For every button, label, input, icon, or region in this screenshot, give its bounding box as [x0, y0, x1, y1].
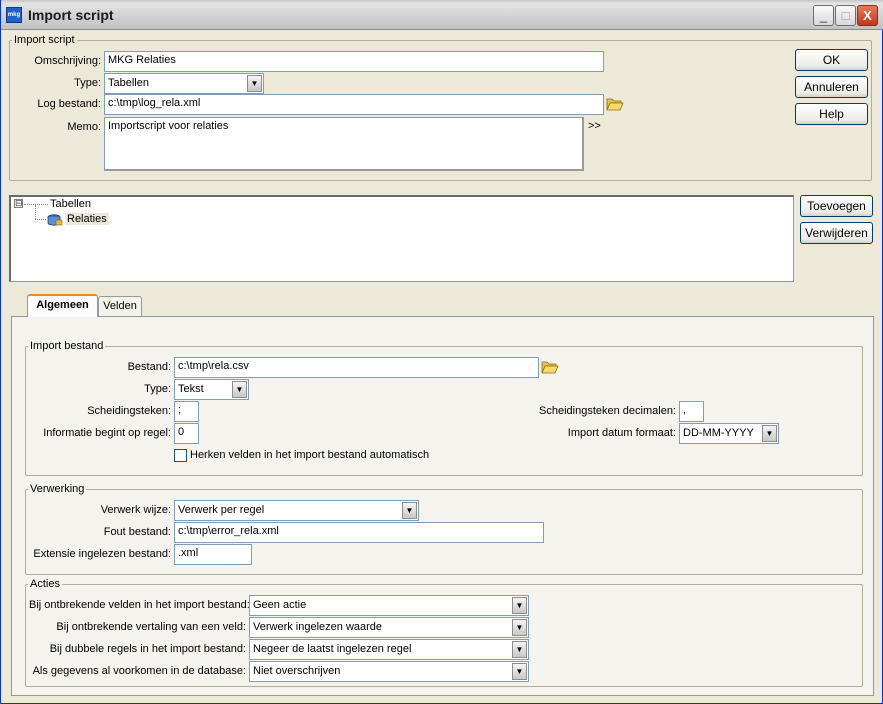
chevron-down-icon[interactable]: ▼	[402, 502, 417, 519]
open-folder-icon[interactable]	[541, 360, 559, 374]
open-folder-icon[interactable]	[606, 97, 624, 111]
herken-velden-checkbox[interactable]	[174, 449, 187, 462]
tab-algemeen[interactable]: Algemeen	[27, 294, 98, 317]
informatie-begint-input[interactable]: 0	[174, 423, 199, 444]
bestand-label: Bestand:	[127, 361, 171, 373]
actie-select-ontbrekende-vertaling[interactable]: Verwerk ingelezen waarde ▼	[249, 617, 529, 638]
actie-value-ontbrekende-velden: Geen actie	[253, 599, 307, 611]
import-bestand-legend: Import bestand	[30, 340, 104, 352]
verwerking-legend: Verwerking	[30, 483, 85, 495]
extensie-label: Extensie ingelezen bestand:	[33, 548, 171, 560]
chevron-down-icon[interactable]: ▼	[512, 619, 527, 636]
memo-expand-button[interactable]: >>	[588, 120, 601, 132]
actie-value-ontbrekende-vertaling: Verwerk ingelezen waarde	[253, 621, 383, 633]
fout-bestand-input[interactable]: c:\tmp\error_rela.xml	[174, 522, 544, 543]
import-script-legend: Import script	[14, 34, 75, 46]
tree-node-relaties[interactable]: Relaties	[65, 213, 109, 225]
actie-label-dubbele-regels: Bij dubbele regels in het import bestand…	[49, 643, 246, 655]
maximize-button[interactable]: □	[835, 5, 856, 26]
import-script-window: mkg Import script _ □ X Import script Om…	[0, 0, 883, 704]
ok-button[interactable]: OK	[795, 49, 868, 71]
acties-legend: Acties	[30, 578, 60, 590]
actie-select-dubbele-regels[interactable]: Negeer de laatst ingelezen regel ▼	[249, 639, 529, 660]
actie-label-gegevens-voorkomen: Als gegevens al voorkomen in de database…	[32, 665, 246, 677]
verwijderen-button[interactable]: Verwijderen	[800, 222, 873, 244]
toevoegen-button[interactable]: Toevoegen	[800, 195, 873, 217]
chevron-down-icon[interactable]: ▼	[232, 381, 247, 398]
herken-velden-label[interactable]: Herken velden in het import bestand auto…	[190, 449, 429, 461]
app-icon: mkg	[6, 7, 22, 23]
tree-node-tabellen[interactable]: Tabellen	[50, 198, 91, 210]
help-button[interactable]: Help	[795, 103, 868, 125]
log-bestand-input[interactable]: c:\tmp\log_rela.xml	[104, 94, 604, 115]
chevron-down-icon[interactable]: ▼	[762, 425, 777, 442]
chevron-down-icon[interactable]: ▼	[512, 597, 527, 614]
close-button[interactable]: X	[857, 5, 878, 26]
verwerk-wijze-label: Verwerk wijze:	[100, 504, 171, 516]
bestand-type-label: Type:	[144, 383, 171, 395]
type-select[interactable]: Tabellen ▼	[104, 73, 264, 94]
verwerk-wijze-select[interactable]: Verwerk per regel ▼	[174, 500, 419, 521]
tree-connector-child	[35, 219, 46, 220]
actie-label-ontbrekende-vertaling: Bij ontbrekende vertaling van een veld:	[56, 621, 246, 633]
memo-textarea[interactable]: Importscript voor relaties	[104, 117, 584, 171]
scheidingsteken-decimalen-label: Scheidingsteken decimalen:	[539, 405, 676, 417]
chevron-down-icon[interactable]: ▼	[512, 641, 527, 658]
verwerk-wijze-value: Verwerk per regel	[178, 504, 265, 516]
omschrijving-label: Omschrijving:	[34, 55, 101, 67]
informatie-begint-label: Informatie begint op regel:	[43, 427, 171, 439]
bestand-input[interactable]: c:\tmp\rela.csv	[174, 357, 539, 378]
annuleren-button[interactable]: Annuleren	[795, 76, 868, 98]
scheidingsteken-decimalen-input[interactable]: ,	[679, 401, 704, 422]
import-datum-formaat-value: DD-MM-YYYY	[683, 427, 754, 439]
table-tree-view[interactable]: ⊟ Tabellen Relaties	[9, 195, 794, 282]
omschrijving-input[interactable]: MKG Relaties	[104, 51, 604, 72]
import-datum-formaat-label: Import datum formaat:	[567, 427, 676, 439]
tab-velden[interactable]: Velden	[98, 296, 142, 316]
tree-collapse-toggle[interactable]: ⊟	[14, 199, 23, 208]
tree-connector	[24, 204, 48, 205]
memo-label: Memo:	[67, 121, 101, 133]
minimize-button[interactable]: _	[813, 5, 834, 26]
window-title: Import script	[28, 7, 114, 23]
actie-value-gegevens-voorkomen: Niet overschrijven	[253, 665, 341, 677]
scheidingsteken-label: Scheidingsteken:	[87, 405, 171, 417]
scheidingsteken-input[interactable]: ;	[174, 401, 199, 422]
database-table-icon	[47, 214, 63, 226]
type-label: Type:	[74, 77, 101, 89]
chevron-down-icon[interactable]: ▼	[512, 663, 527, 680]
log-bestand-label: Log bestand:	[37, 98, 101, 110]
tree-connector-vertical	[35, 205, 36, 219]
chevron-down-icon[interactable]: ▼	[247, 75, 262, 92]
actie-value-dubbele-regels: Negeer de laatst ingelezen regel	[253, 643, 412, 655]
type-select-value: Tabellen	[108, 77, 149, 89]
import-datum-formaat-select[interactable]: DD-MM-YYYY ▼	[679, 423, 779, 444]
fout-bestand-label: Fout bestand:	[103, 526, 171, 538]
title-bar[interactable]: mkg Import script _ □ X	[1, 0, 883, 30]
actie-label-ontbrekende-velden: Bij ontbrekende velden in het import bes…	[29, 599, 250, 611]
extensie-input[interactable]: .xml	[174, 544, 252, 565]
bestand-type-value: Tekst	[178, 383, 204, 395]
actie-select-ontbrekende-velden[interactable]: Geen actie ▼	[249, 595, 529, 616]
actie-select-gegevens-voorkomen[interactable]: Niet overschrijven ▼	[249, 661, 529, 682]
bestand-type-select[interactable]: Tekst ▼	[174, 379, 249, 400]
